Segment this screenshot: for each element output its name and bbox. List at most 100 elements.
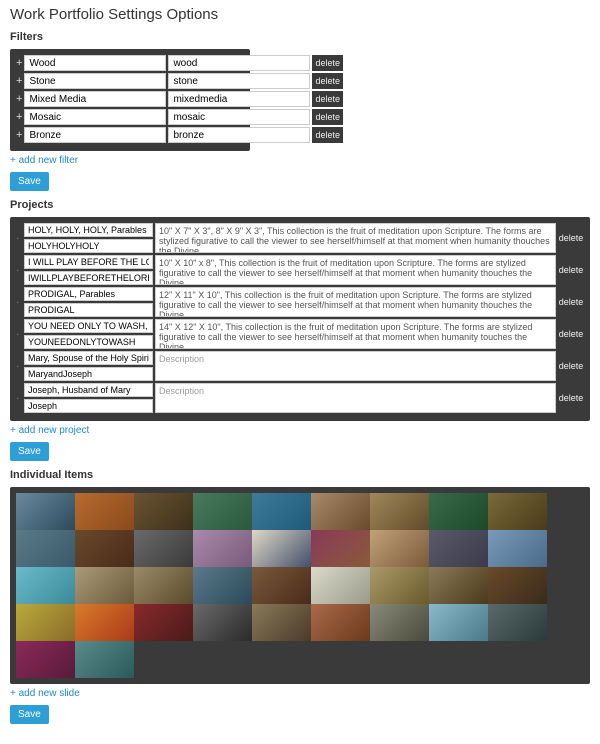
project-slug-input[interactable] [24,239,153,253]
project-row: · delete [16,351,584,381]
expand-icon[interactable]: + [16,128,22,143]
filter-label-input[interactable] [24,91,166,107]
project-slug-input[interactable] [24,367,153,381]
expand-icon[interactable]: + [16,110,22,125]
project-title-input[interactable] [24,287,153,301]
item-thumbnail[interactable] [16,530,75,567]
drag-handle-icon[interactable]: · [16,255,22,285]
project-title-input[interactable] [24,223,153,237]
filter-label-input[interactable] [24,127,166,143]
filter-label-input[interactable] [24,73,166,89]
item-thumbnail[interactable] [252,530,311,567]
project-slug-input[interactable] [24,271,153,285]
item-thumbnail[interactable] [429,530,488,567]
save-button-projects[interactable]: Save [10,442,49,461]
filter-slug-input[interactable] [168,55,310,71]
item-thumbnail[interactable] [311,604,370,641]
item-thumbnail[interactable] [429,604,488,641]
filter-slug-input[interactable] [168,109,310,125]
project-row: · 10" X 7" X 3", 8" X 9" X 3", This colle… [16,223,584,253]
item-thumbnail[interactable] [488,493,547,530]
item-thumbnail[interactable] [488,530,547,567]
item-thumbnail[interactable] [370,530,429,567]
drag-handle-icon[interactable]: · [16,287,22,317]
item-thumbnail[interactable] [252,567,311,604]
project-row: · delete [16,383,584,413]
add-slide-link[interactable]: + add new slide [10,688,80,699]
add-filter-link[interactable]: + add new filter [10,155,78,166]
item-thumbnail[interactable] [311,530,370,567]
item-thumbnail[interactable] [75,567,134,604]
project-slug-input[interactable] [24,303,153,317]
filter-label-input[interactable] [24,109,166,125]
project-description-input[interactable]: 10" X 7" X 3", 8" X 9" X 3", This collec… [155,223,556,253]
project-description-input[interactable] [155,351,556,381]
item-thumbnail[interactable] [370,493,429,530]
filter-slug-input[interactable] [168,127,310,143]
item-thumbnail[interactable] [16,567,75,604]
filter-slug-input[interactable] [168,91,310,107]
item-thumbnail[interactable] [370,604,429,641]
item-thumbnail[interactable] [134,493,193,530]
expand-icon[interactable]: + [16,74,22,89]
save-button-filters[interactable]: Save [10,172,49,191]
expand-icon[interactable]: + [16,56,22,71]
filter-label-input[interactable] [24,55,166,71]
item-thumbnail[interactable] [429,567,488,604]
project-slug-input[interactable] [24,399,153,413]
delete-button[interactable]: delete [312,127,343,143]
item-thumbnail[interactable] [193,604,252,641]
project-description-input[interactable]: 14" X 12" X 10", This collection is the … [155,319,556,349]
drag-handle-icon[interactable]: · [16,319,22,349]
drag-handle-icon[interactable]: · [16,383,22,413]
item-thumbnail[interactable] [16,641,75,678]
item-thumbnail[interactable] [311,493,370,530]
save-button-items[interactable]: Save [10,705,49,724]
delete-button[interactable]: delete [556,262,587,278]
add-project-link[interactable]: + add new project [10,425,89,436]
item-thumbnail[interactable] [75,493,134,530]
item-thumbnail[interactable] [134,530,193,567]
project-description-input[interactable] [155,383,556,413]
item-thumbnail[interactable] [75,641,134,678]
item-thumbnail[interactable] [193,567,252,604]
item-thumbnail[interactable] [370,567,429,604]
filter-row: +delete [16,127,244,143]
item-thumbnail[interactable] [488,567,547,604]
delete-button[interactable]: delete [556,390,587,406]
delete-button[interactable]: delete [556,326,587,342]
item-thumbnail[interactable] [75,530,134,567]
delete-button[interactable]: delete [312,91,343,107]
project-description-input[interactable]: 10" X 10" x 8", This collection is the f… [155,255,556,285]
project-slug-input[interactable] [24,335,153,349]
delete-button[interactable]: delete [556,230,587,246]
filter-slug-input[interactable] [168,73,310,89]
item-thumbnail[interactable] [16,604,75,641]
drag-handle-icon[interactable]: · [16,351,22,381]
item-thumbnail[interactable] [252,604,311,641]
expand-icon[interactable]: + [16,92,22,107]
item-thumbnail[interactable] [134,567,193,604]
delete-button[interactable]: delete [312,55,343,71]
delete-button[interactable]: delete [312,109,343,125]
project-description-input[interactable]: 12" X 11" X 10", This collection is the … [155,287,556,317]
project-title-input[interactable] [24,255,153,269]
project-title-input[interactable] [24,319,153,333]
item-thumbnail[interactable] [311,567,370,604]
item-thumbnail[interactable] [134,604,193,641]
item-thumbnail[interactable] [429,493,488,530]
item-thumbnail[interactable] [193,493,252,530]
drag-handle-icon[interactable]: · [16,223,22,253]
item-thumbnail[interactable] [16,493,75,530]
item-thumbnail[interactable] [75,604,134,641]
delete-button[interactable]: delete [312,73,343,89]
item-thumbnail[interactable] [488,604,547,641]
project-title-input[interactable] [24,383,153,397]
item-thumbnail[interactable] [252,493,311,530]
filter-row: +delete [16,109,244,125]
delete-button[interactable]: delete [556,294,587,310]
project-title-input[interactable] [24,351,153,365]
project-row: · 14" X 12" X 10", This collection is the… [16,319,584,349]
delete-button[interactable]: delete [556,358,587,374]
item-thumbnail[interactable] [193,530,252,567]
